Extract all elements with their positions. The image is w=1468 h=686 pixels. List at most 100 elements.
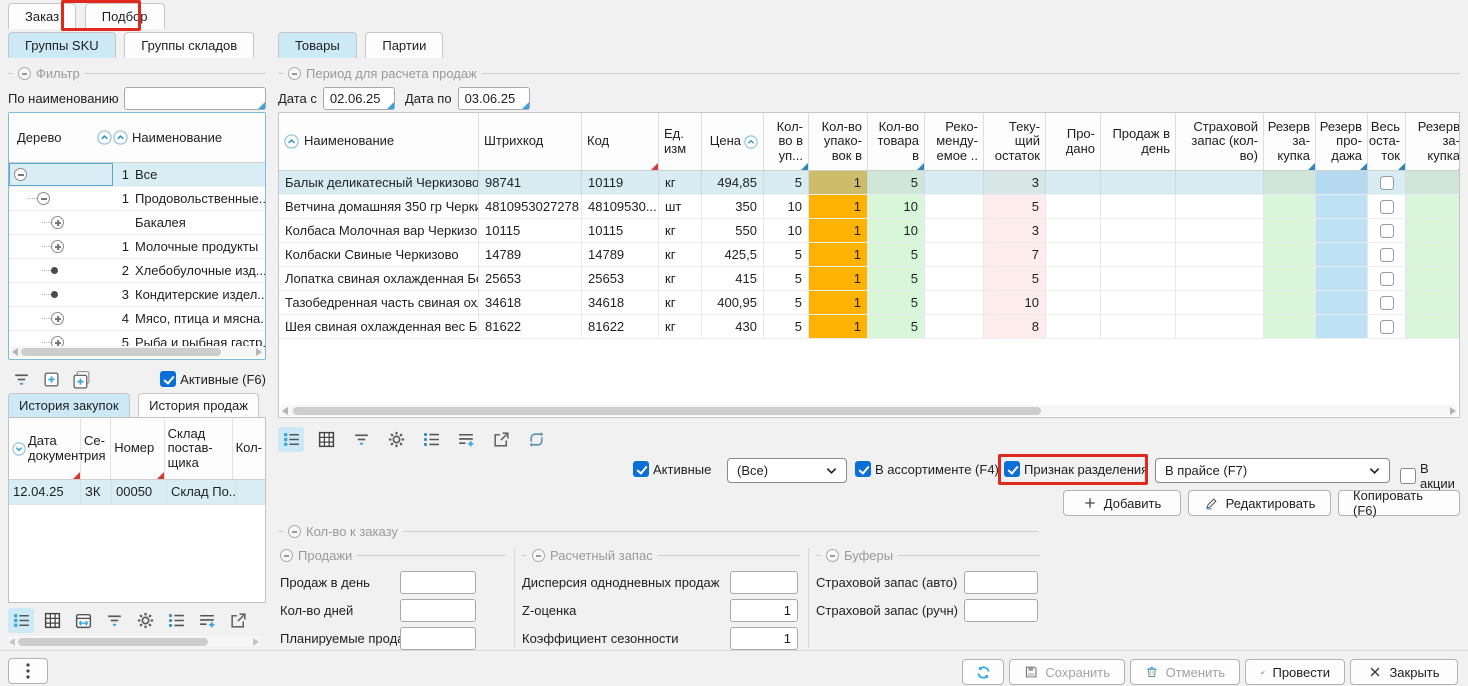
product-cell[interactable] [1368,171,1406,194]
product-row[interactable]: Лопатка свиная охлажденная Бел...2565325… [279,267,1459,291]
settings-gear-button[interactable] [132,608,158,633]
copy-button[interactable]: Копировать (F6) [1338,490,1460,516]
checkbox[interactable] [160,371,176,387]
products-col-header[interactable]: Продаж в день [1101,113,1176,170]
product-cell[interactable] [1368,243,1406,266]
leaf-node-icon[interactable] [51,267,58,274]
z-score-input[interactable]: 1 [730,599,798,622]
active-f6-checkbox[interactable]: Активные (F6) [160,371,266,387]
history-col-qty[interactable]: Кол- [233,418,265,479]
history-col-series[interactable]: Се-рия [81,418,111,479]
name-filter-input[interactable] [124,87,266,110]
products-col-header[interactable]: Код [582,113,659,170]
row-checkbox[interactable] [1380,224,1394,238]
save-button[interactable]: Сохранить [1009,659,1125,685]
product-row[interactable]: Ветчина домашняя 350 гр Черкиз...4810953… [279,195,1459,219]
price-list-select[interactable]: В прайсе (F7) [1155,458,1390,483]
active-filter-checkbox[interactable]: Активные [633,461,711,477]
row-checkbox[interactable] [1380,200,1394,214]
tree-filter-button[interactable] [8,367,34,392]
products-col-header[interactable]: Страховой запас (кол-во) [1176,113,1264,170]
collapse-node-icon[interactable] [14,168,27,181]
products-col-header[interactable]: Реко-менду-емое .. [925,113,984,170]
row-checkbox[interactable] [1380,296,1394,310]
name-col-header[interactable]: Наименование [132,130,222,145]
view-grid-button[interactable] [39,608,65,633]
tree-row[interactable]: 1Молочные продукты [9,235,265,259]
assortment-checkbox[interactable]: В ассортименте (F4) [855,461,999,477]
numbered-list-button[interactable] [163,608,189,633]
history-col-date[interactable]: Дата документ [9,418,81,479]
promo-checkbox[interactable]: В акции [1400,461,1460,491]
tree-row[interactable]: Бакалея [9,211,265,235]
products-col-header[interactable]: Резерв про-дажа [1316,113,1368,170]
filter-button[interactable] [348,427,374,452]
tree-col-header[interactable]: Дерево [9,130,95,145]
expand-node-button[interactable] [38,367,64,392]
product-cell[interactable] [1368,315,1406,338]
row-checkbox[interactable] [1380,272,1394,286]
date-to-input[interactable]: 03.06.25 [458,87,530,110]
collapse-icon[interactable] [288,525,301,538]
products-col-header[interactable]: Весь оста-ток [1368,113,1406,170]
products-col-header[interactable]: Штрихкод [479,113,582,170]
tab-warehouse-groups[interactable]: Группы складов [124,32,254,58]
product-cell[interactable] [1368,267,1406,290]
products-col-header[interactable]: Ед. изм [659,113,702,170]
filter-button[interactable] [101,608,127,633]
expand-all-button[interactable] [68,367,94,392]
calendar-button[interactable] [70,608,96,633]
tree-row[interactable]: 3Кондитерские издел... [9,283,265,307]
expand-node-icon[interactable] [51,240,64,253]
export-button[interactable] [488,427,514,452]
products-col-header[interactable]: Кол-во в уп... [764,113,809,170]
export-button[interactable] [225,608,251,633]
history-row[interactable]: 12.04.25 ЗК 00050 Склад По... [9,480,265,505]
collapse-icon[interactable] [826,549,839,562]
refresh-button[interactable] [962,659,1004,685]
products-col-header[interactable]: Наименование [279,113,479,170]
view-list-button[interactable] [278,427,304,452]
seasonality-input[interactable]: 1 [730,627,798,650]
numbered-list-button[interactable] [418,427,444,452]
sales-per-day-input[interactable] [400,571,476,594]
products-col-header[interactable]: Кол-во упако-вок в [809,113,868,170]
add-button[interactable]: Добавить [1063,490,1181,516]
products-col-header[interactable]: Цена [702,113,764,170]
product-row[interactable]: Балык деликатесный Черкизово9874110119кг… [279,171,1459,195]
product-cell[interactable] [1368,219,1406,242]
sort-asc-icon[interactable] [97,130,112,145]
row-checkbox[interactable] [1380,176,1394,190]
date-from-input[interactable]: 02.06.25 [323,87,395,110]
edit-button[interactable]: Редактировать [1188,490,1331,516]
products-col-header[interactable]: Резерв за-купка [1406,113,1460,170]
planned-sales-input[interactable] [400,627,476,650]
expand-node-icon[interactable] [51,312,64,325]
leaf-node-icon[interactable] [51,291,58,298]
dispersion-input[interactable] [730,571,798,594]
row-checkbox[interactable] [1380,248,1394,262]
tree-row[interactable]: 2Хлебобулочные изд... [9,259,265,283]
collapse-icon[interactable] [288,67,301,80]
history-hscrollbar[interactable] [8,636,260,647]
reload-button[interactable] [523,427,549,452]
sort-asc-icon[interactable] [113,130,128,145]
post-button[interactable]: Провести [1245,659,1345,685]
settings-gear-button[interactable] [383,427,409,452]
days-count-input[interactable] [400,599,476,622]
cancel-button[interactable]: Отменить [1130,659,1240,685]
products-col-header[interactable]: Резерв за-купка [1264,113,1316,170]
collapse-node-icon[interactable] [37,192,50,205]
kebab-menu-button[interactable] [8,658,48,684]
split-flag-checkbox[interactable]: Признак разделения [1004,461,1148,477]
products-hscrollbar[interactable] [281,405,1457,416]
view-list-button[interactable] [8,608,34,633]
tree-row[interactable]: 1Все [9,163,265,187]
products-col-header[interactable]: Кол-во товара в [868,113,925,170]
history-col-number[interactable]: Номер [111,418,164,479]
safety-stock-auto-input[interactable] [964,571,1038,594]
tree-hscrollbar[interactable] [11,346,263,357]
tab-selection[interactable]: Подбор [85,3,165,29]
product-cell[interactable] [1368,291,1406,314]
tab-batches[interactable]: Партии [365,32,443,58]
